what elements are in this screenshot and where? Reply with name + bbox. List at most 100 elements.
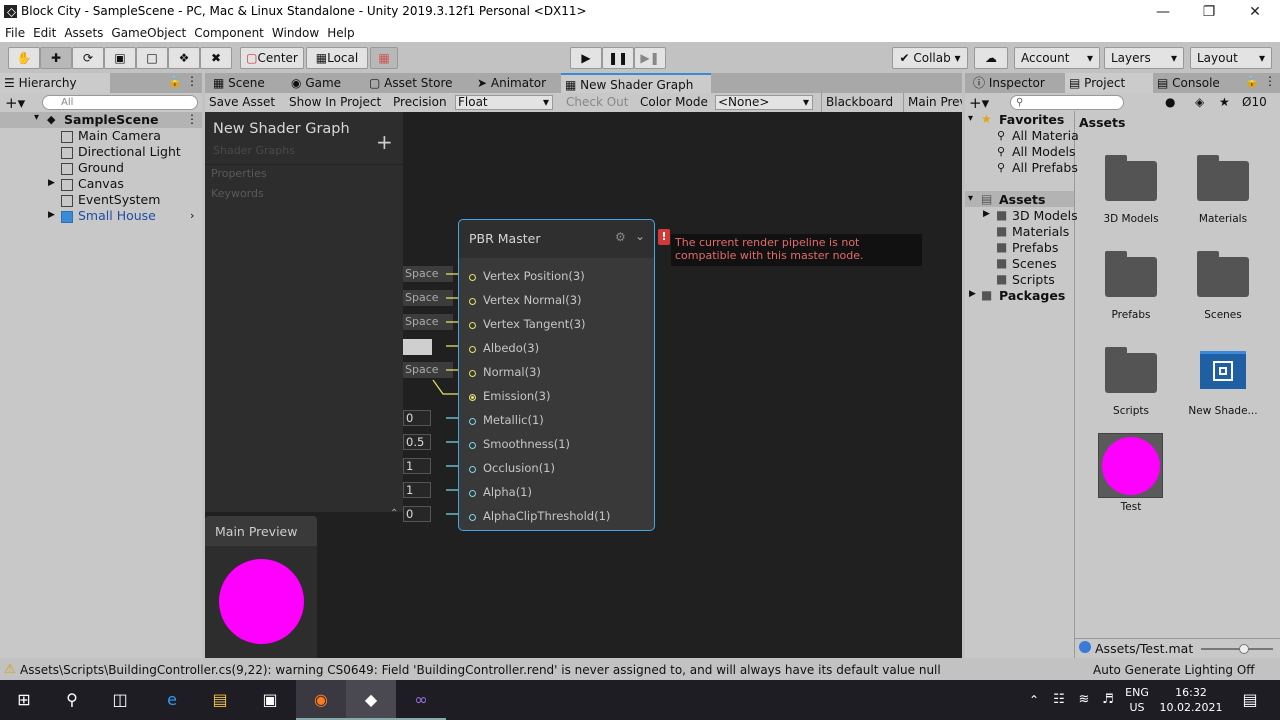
tab-console[interactable]: ▤ Console [1153, 73, 1233, 93]
scale-tool-icon[interactable]: ▣ [104, 47, 136, 69]
search-icon[interactable]: ⚲ [60, 688, 84, 712]
chevron-right-icon[interactable]: ▶ [983, 209, 990, 219]
pbr-master-node[interactable]: PBR Master ⚙ ⌄ Vertex Position(3) Vertex… [458, 219, 655, 531]
chevron-down-icon[interactable]: ▾ [968, 193, 973, 204]
show-in-project-button[interactable]: Show In Project [289, 95, 381, 109]
menu-component[interactable]: Component [194, 24, 264, 42]
tab-hierarchy[interactable]: ☰ Hierarchy [0, 73, 110, 93]
pivot-local-button[interactable]: ▦Local [306, 47, 368, 69]
shader-graph-asset-icon[interactable] [1200, 351, 1246, 389]
main-preview-panel[interactable]: Main Preview [205, 516, 317, 658]
assets-breadcrumb[interactable]: Assets [1079, 115, 1125, 130]
hierarchy-item[interactable]: Canvas [78, 176, 124, 192]
precision-dropdown[interactable]: Float ▾ [455, 95, 553, 110]
tab-project[interactable]: ▤ Project [1065, 73, 1153, 93]
menu-window[interactable]: Window [272, 24, 319, 42]
menu-help[interactable]: Help [327, 24, 354, 42]
asset-folder-item[interactable]: Prefabs [1012, 240, 1058, 256]
port-vertex-normal[interactable]: Vertex Normal(3) [469, 292, 582, 308]
menu-gameobject[interactable]: GameObject [111, 24, 186, 42]
asset-grid-item[interactable]: Prefabs [1086, 309, 1176, 321]
volume-icon[interactable]: ♬ [1096, 688, 1120, 712]
pause-button[interactable]: ❚❚ [602, 47, 634, 69]
cloud-icon[interactable]: ☁ [974, 47, 1008, 69]
folder-icon[interactable] [1105, 251, 1157, 297]
favorite-star-icon[interactable]: ★ [1219, 95, 1230, 109]
clock[interactable]: 16:32 10.02.2021 [1158, 685, 1224, 715]
windows-start-icon[interactable]: ⊞ [12, 688, 36, 712]
hierarchy-item[interactable]: EventSystem [78, 192, 160, 208]
language-indicator[interactable]: ENG US [1125, 685, 1149, 715]
favorites-header[interactable]: Favorites [999, 112, 1064, 128]
asset-grid-item[interactable]: 3D Models [1086, 213, 1176, 225]
tab-game[interactable]: ◉ Game [287, 73, 363, 93]
chevron-down-icon[interactable]: ▾ [34, 112, 39, 123]
favorites-item[interactable]: All Materia [1012, 128, 1079, 144]
assets-tree-root[interactable]: Assets [999, 192, 1045, 208]
lock-icon[interactable]: 🔒 [1245, 75, 1259, 88]
unity-taskbar-button[interactable]: ◆ [346, 680, 396, 720]
slider-handle[interactable] [1239, 644, 1249, 654]
port-normal[interactable]: Normal(3) [469, 364, 541, 380]
firefox-taskbar-button[interactable]: ◉ [296, 680, 346, 720]
chevron-right-icon[interactable]: ▶ [969, 289, 976, 299]
folder-icon[interactable] [1105, 347, 1157, 393]
network-icon[interactable]: ☷ [1047, 688, 1071, 712]
shader-graph-canvas[interactable]: New Shader Graph Shader Graphs + Propert… [205, 112, 962, 658]
notifications-icon[interactable]: ▤ [1238, 688, 1262, 712]
pivot-center-button[interactable]: ▢Center [240, 47, 304, 69]
play-button[interactable]: ▶ [570, 47, 602, 69]
tab-scene[interactable]: ▦ Scene [209, 73, 287, 93]
port-albedo[interactable]: Albedo(3) [469, 340, 539, 356]
gear-icon[interactable]: ⚙ [615, 230, 626, 244]
rect-tool-icon[interactable]: □ [136, 47, 168, 69]
lock-icon[interactable]: 🔒 [168, 75, 182, 88]
wifi-icon[interactable]: ≋ [1072, 688, 1096, 712]
maximize-icon[interactable]: ❐ [1186, 0, 1232, 24]
asset-grid-item[interactable]: New Shade... [1178, 405, 1268, 417]
main-preview-button[interactable]: Main Prev [903, 93, 962, 112]
tab-animator[interactable]: ➤ Animator [473, 73, 561, 93]
menu-icon[interactable]: ⋮ [186, 74, 198, 88]
hand-tool-icon[interactable]: ✋ [8, 47, 40, 69]
packages-tree-root[interactable]: Packages [999, 288, 1065, 304]
icon-size-slider[interactable] [1201, 644, 1273, 654]
color-mode-dropdown[interactable]: <None> ▾ [715, 95, 813, 110]
port-emission[interactable]: Emission(3) [469, 388, 550, 404]
check-out-button[interactable]: Check Out [566, 95, 628, 109]
step-button[interactable]: ▶❚ [634, 47, 666, 69]
layout-dropdown[interactable]: Layout ▾ [1190, 47, 1272, 69]
hierarchy-item[interactable]: Main Camera [78, 128, 161, 144]
port-occlusion[interactable]: Occlusion(1) [469, 460, 555, 476]
asset-grid-item[interactable]: Scripts [1086, 405, 1176, 417]
custom-tool-icon[interactable]: ✖ [200, 47, 232, 69]
store-icon[interactable]: ▣ [258, 688, 282, 712]
port-alpha-clip-threshold[interactable]: AlphaClipThreshold(1) [469, 508, 610, 524]
port-alpha[interactable]: Alpha(1) [469, 484, 532, 500]
error-icon[interactable]: ! [658, 229, 670, 245]
asset-grid-item[interactable]: Scenes [1178, 309, 1268, 321]
transform-tool-icon[interactable]: ❖ [168, 47, 200, 69]
add-icon[interactable]: +▾ [969, 94, 989, 112]
layers-dropdown[interactable]: Layers ▾ [1104, 47, 1184, 69]
port-vertex-position[interactable]: Vertex Position(3) [469, 268, 585, 284]
menu-icon[interactable]: ⋮ [1264, 74, 1276, 88]
chevron-up-icon[interactable]: ⌃ [1022, 688, 1046, 712]
chevron-down-icon[interactable]: ⌄ [635, 229, 645, 243]
warning-message[interactable]: Assets\Scripts\BuildingController.cs(9,2… [20, 663, 941, 677]
asset-folder-item[interactable]: Materials [1012, 224, 1069, 240]
menu-file[interactable]: File [5, 24, 25, 42]
project-search-input[interactable]: ⚲ [1010, 95, 1124, 110]
asset-grid-item[interactable]: Materials [1178, 213, 1268, 225]
folder-icon[interactable] [1197, 251, 1249, 297]
add-icon[interactable]: +▾ [5, 94, 25, 112]
asset-folder-item[interactable]: Scenes [1012, 256, 1057, 272]
minimize-icon[interactable]: — [1140, 0, 1186, 24]
save-asset-button[interactable]: Save Asset [209, 95, 275, 109]
asset-grid-item[interactable]: Test [1086, 501, 1176, 513]
port-smoothness[interactable]: Smoothness(1) [469, 436, 570, 452]
rotate-tool-icon[interactable]: ⟳ [72, 47, 104, 69]
material-thumbnail[interactable] [1098, 433, 1163, 498]
filter-label-icon[interactable]: ◈ [1195, 95, 1204, 109]
hidden-packages-icon[interactable]: Ø10 [1242, 95, 1267, 109]
